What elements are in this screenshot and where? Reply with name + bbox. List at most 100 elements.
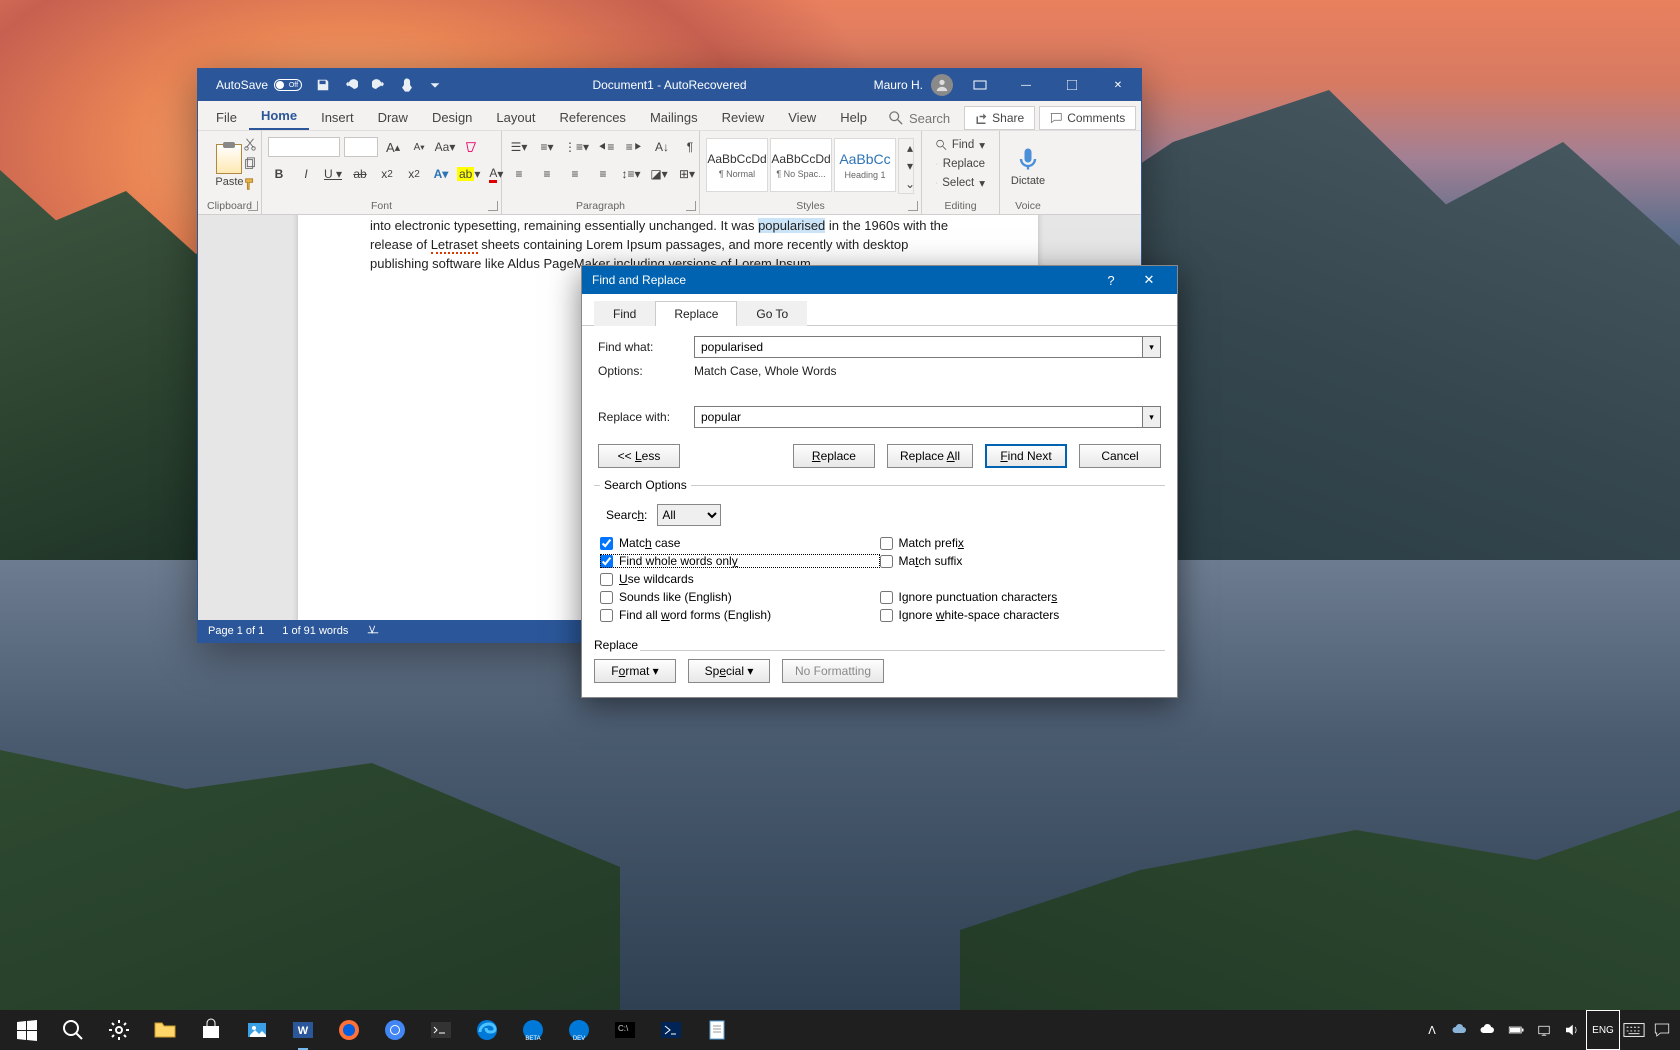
paste-button[interactable]: Paste: [215, 134, 243, 198]
clear-format-icon[interactable]: [460, 136, 482, 158]
subscript-icon[interactable]: x2: [376, 163, 398, 185]
styles-gallery[interactable]: AaBbCcDd¶ Normal AaBbCcDd¶ No Spac... Aa…: [706, 138, 914, 194]
dialog-launcher-icon[interactable]: [248, 201, 258, 211]
customize-icon[interactable]: [428, 78, 442, 92]
whole-words-checkbox[interactable]: Find whole words only: [600, 554, 880, 568]
word-count[interactable]: 1 of 91 words: [282, 625, 348, 637]
no-formatting-button[interactable]: No Formatting: [782, 659, 884, 683]
dialog-launcher-icon[interactable]: [908, 201, 918, 211]
style-normal[interactable]: AaBbCcDd¶ Normal: [706, 138, 768, 192]
maximize-button[interactable]: [1053, 69, 1091, 101]
select-button[interactable]: Select ▾: [932, 174, 989, 192]
tab-find[interactable]: Find: [594, 301, 655, 326]
styles-more-icon[interactable]: ⌄: [899, 175, 921, 193]
decrease-indent-icon[interactable]: ⯇≡: [595, 136, 617, 158]
share-button[interactable]: Share: [964, 106, 1035, 130]
comments-button[interactable]: Comments: [1039, 106, 1136, 130]
volume-icon[interactable]: [1558, 1010, 1586, 1050]
tab-replace[interactable]: Replace: [655, 301, 737, 326]
battery-icon[interactable]: [1502, 1010, 1530, 1050]
firefox-button[interactable]: [326, 1010, 372, 1050]
word-app-button[interactable]: W: [280, 1010, 326, 1050]
multilevel-icon[interactable]: ⋮≡▾: [564, 136, 589, 158]
file-explorer-button[interactable]: [142, 1010, 188, 1050]
tab-design[interactable]: Design: [420, 104, 484, 130]
format-painter-icon[interactable]: [243, 177, 257, 191]
shrink-font-icon[interactable]: A▾: [408, 136, 430, 158]
user-name[interactable]: Mauro H.: [874, 78, 923, 92]
onedrive-icon[interactable]: [1474, 1010, 1502, 1050]
font-size-input[interactable]: [344, 137, 378, 157]
copy-icon[interactable]: [243, 157, 257, 171]
styles-up-icon[interactable]: ▴: [899, 139, 921, 157]
align-left-icon[interactable]: ≡: [508, 163, 530, 185]
replace-with-input[interactable]: [694, 406, 1143, 428]
text-effects-icon[interactable]: A▾: [430, 163, 452, 185]
autosave-toggle[interactable]: AutoSave Off: [216, 78, 302, 92]
replace-all-button[interactable]: Replace All: [887, 444, 973, 468]
style-heading1[interactable]: AaBbCcHeading 1: [834, 138, 896, 192]
search-button[interactable]: [50, 1010, 96, 1050]
dialog-launcher-icon[interactable]: [686, 201, 696, 211]
cmd-button[interactable]: C:\: [602, 1010, 648, 1050]
redo-icon[interactable]: [372, 78, 386, 92]
word-titlebar[interactable]: AutoSave Off Document1 - AutoRecovered M…: [198, 69, 1141, 101]
format-button[interactable]: Format ▾: [594, 659, 676, 683]
edge-dev-button[interactable]: DEV: [556, 1010, 602, 1050]
onedrive-icon[interactable]: [1446, 1010, 1474, 1050]
dictate-button[interactable]: Dictate: [1006, 134, 1050, 198]
wildcards-checkbox[interactable]: Use wildcards: [600, 572, 880, 586]
align-right-icon[interactable]: ≡: [564, 163, 586, 185]
bold-icon[interactable]: B: [268, 163, 290, 185]
match-suffix-checkbox[interactable]: Match suffix: [880, 554, 1160, 568]
terminal-button[interactable]: [418, 1010, 464, 1050]
superscript-icon[interactable]: x2: [403, 163, 425, 185]
store-button[interactable]: [188, 1010, 234, 1050]
find-next-button[interactable]: Find Next: [985, 444, 1067, 468]
autosave-switch[interactable]: Off: [274, 79, 302, 91]
tab-layout[interactable]: Layout: [484, 104, 547, 130]
touch-mode-icon[interactable]: [400, 78, 414, 92]
close-button[interactable]: ✕: [1099, 69, 1137, 101]
tab-mailings[interactable]: Mailings: [638, 104, 710, 130]
network-icon[interactable]: [1530, 1010, 1558, 1050]
find-history-dropdown[interactable]: ▾: [1143, 336, 1161, 358]
tab-help[interactable]: Help: [828, 104, 879, 130]
justify-icon[interactable]: ≡: [592, 163, 614, 185]
help-button[interactable]: ?: [1093, 266, 1129, 294]
tab-view[interactable]: View: [776, 104, 828, 130]
start-button[interactable]: [4, 1010, 50, 1050]
action-center-icon[interactable]: [1648, 1010, 1676, 1050]
styles-down-icon[interactable]: ▾: [899, 157, 921, 175]
edge-button[interactable]: [464, 1010, 510, 1050]
line-spacing-icon[interactable]: ↕≡▾: [620, 163, 642, 185]
search-input[interactable]: Search: [879, 107, 960, 130]
font-name-input[interactable]: [268, 137, 340, 157]
search-direction-select[interactable]: All: [657, 504, 721, 526]
minimize-button[interactable]: —: [1007, 69, 1045, 101]
tray-expand-icon[interactable]: ᐱ: [1418, 1010, 1446, 1050]
ribbon-display-icon[interactable]: [961, 69, 999, 101]
style-no-spacing[interactable]: AaBbCcDd¶ No Spac...: [770, 138, 832, 192]
match-prefix-checkbox[interactable]: Match prefix: [880, 536, 1160, 550]
italic-icon[interactable]: I: [295, 163, 317, 185]
settings-button[interactable]: [96, 1010, 142, 1050]
highlight-icon[interactable]: ab▾: [457, 163, 480, 185]
find-what-input[interactable]: [694, 336, 1143, 358]
tab-draw[interactable]: Draw: [366, 104, 420, 130]
less-button[interactable]: << Less: [598, 444, 680, 468]
cancel-button[interactable]: Cancel: [1079, 444, 1161, 468]
dialog-titlebar[interactable]: Find and Replace ? ✕: [582, 266, 1177, 294]
tab-home[interactable]: Home: [249, 102, 309, 130]
borders-icon[interactable]: ⊞▾: [676, 163, 698, 185]
language-icon[interactable]: ENG: [1586, 1010, 1620, 1050]
shading-icon[interactable]: ◪▾: [648, 163, 670, 185]
tab-references[interactable]: References: [547, 104, 637, 130]
grow-font-icon[interactable]: A▴: [382, 136, 404, 158]
user-avatar-icon[interactable]: [931, 74, 953, 96]
strikethrough-icon[interactable]: ab: [349, 163, 371, 185]
spell-check-icon[interactable]: [366, 624, 380, 638]
keyboard-icon[interactable]: [1620, 1010, 1648, 1050]
show-marks-icon[interactable]: ¶: [679, 136, 701, 158]
align-center-icon[interactable]: ≡: [536, 163, 558, 185]
